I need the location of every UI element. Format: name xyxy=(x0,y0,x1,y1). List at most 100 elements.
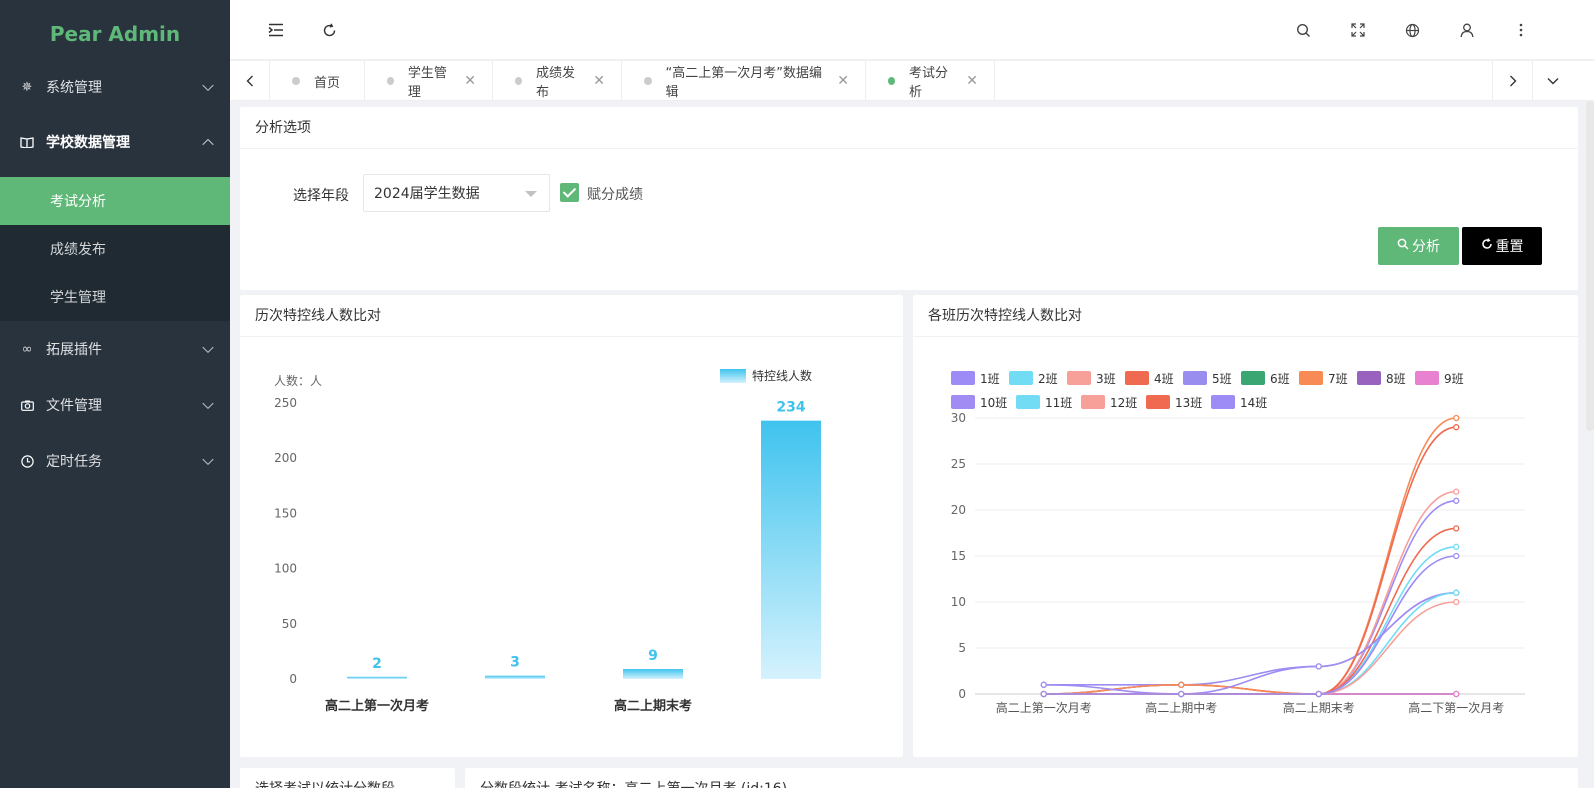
data-point xyxy=(1453,488,1460,495)
analyze-button[interactable]: 分析 xyxy=(1378,227,1459,265)
x-tick-label: 高二上期中考 xyxy=(1145,700,1217,715)
tab-label: 成绩发布 xyxy=(535,66,575,100)
menu-item-label: 系统管理 xyxy=(46,80,102,96)
tab-exam-analysis[interactable]: 考试分析 ✕ xyxy=(866,61,995,101)
menu-item-files[interactable]: 文件管理 xyxy=(0,377,230,433)
y-tick-label: 30 xyxy=(951,411,966,425)
card-title: 分析选项 xyxy=(240,107,1578,149)
legend-swatch xyxy=(1211,395,1235,409)
bar-value-label: 9 xyxy=(648,648,658,664)
x-tick-label: 高二下第一次月考 xyxy=(1408,700,1504,715)
y-tick-label: 150 xyxy=(274,506,297,520)
search-icon[interactable] xyxy=(1291,18,1315,42)
reset-button[interactable]: 重置 xyxy=(1462,227,1542,265)
tab-label: 学生管理 xyxy=(407,66,447,100)
tab-label: 考试分析 xyxy=(908,66,948,100)
refresh-icon xyxy=(1481,238,1493,254)
tab-home[interactable]: 首页 xyxy=(270,61,365,101)
close-icon[interactable]: ✕ xyxy=(966,73,978,89)
grade-label: 选择年段 xyxy=(293,188,349,204)
legend-label: 7班 xyxy=(1328,372,1348,386)
sidebar-item-student-manage[interactable]: 学生管理 xyxy=(0,273,230,321)
tab-scroll-left-button[interactable] xyxy=(230,61,270,101)
menu-item-label: 拓展插件 xyxy=(46,342,102,358)
score-range-card: 分数段统计 考试名称：高二上第一次月考 (id:16) xyxy=(465,768,1578,788)
close-icon[interactable]: ✕ xyxy=(593,73,605,89)
page-scrollbar[interactable] xyxy=(1586,101,1594,431)
tab-score-publish[interactable]: 成绩发布 ✕ xyxy=(493,61,622,101)
data-point xyxy=(1315,690,1322,698)
bar-value-label: 2 xyxy=(372,656,382,672)
chevron-down-icon xyxy=(202,79,214,92)
bar xyxy=(623,669,683,679)
sidebar-item-score-publish[interactable]: 成绩发布 xyxy=(0,225,230,273)
refresh-icon[interactable] xyxy=(317,18,341,42)
data-point xyxy=(1178,681,1185,688)
camera-icon xyxy=(20,398,34,412)
menu-item-label: 文件管理 xyxy=(46,398,102,414)
series-line xyxy=(1043,426,1457,695)
user-icon[interactable] xyxy=(1455,18,1479,42)
legend-swatch xyxy=(1299,371,1323,385)
tab-dropdown-button[interactable] xyxy=(1532,61,1572,101)
menu-item-school-data[interactable]: 学校数据管理 xyxy=(0,107,230,177)
reset-button-label: 重置 xyxy=(1495,239,1524,255)
legend-swatch xyxy=(1241,371,1265,385)
gear-icon: ✵ xyxy=(21,79,33,95)
bar-value-label: 234 xyxy=(776,400,805,416)
tab-bar: 首页 学生管理 ✕ 成绩发布 ✕ “高二上第一次月考”数据编辑 ✕ 考试分析 ✕ xyxy=(230,61,1594,101)
legend-swatch xyxy=(951,395,975,409)
legend-label: 4班 xyxy=(1154,372,1174,386)
legend-label: 14班 xyxy=(1240,396,1267,410)
globe-icon[interactable] xyxy=(1400,18,1424,42)
close-icon[interactable]: ✕ xyxy=(837,73,849,89)
grade-select[interactable]: 2024届学生数据 xyxy=(363,174,550,212)
menu-item-plugins[interactable]: ∞ 拓展插件 xyxy=(0,321,230,377)
chevron-down-icon xyxy=(202,453,214,466)
data-point xyxy=(1453,525,1460,532)
sidebar: Pear Admin ✵ 系统管理 学校数据管理 考试分析 成绩发布 学生管理 … xyxy=(0,0,230,788)
tab-dot xyxy=(387,77,394,85)
y-tick-label: 10 xyxy=(951,595,966,609)
legend-swatch xyxy=(1067,371,1091,385)
y-axis-label: 人数：人 xyxy=(274,373,322,388)
data-point xyxy=(1453,497,1460,504)
menu-fold-icon[interactable] xyxy=(264,18,288,42)
bar-value-label: 3 xyxy=(510,655,520,671)
app-logo[interactable]: Pear Admin xyxy=(0,0,230,67)
grade-select-value: 2024届学生数据 xyxy=(374,186,480,202)
y-tick-label: 250 xyxy=(274,396,297,410)
bar-chart-card: 历次特控线人数比对 人数：人 0 50 100 150 200 250 特控线人数 2 高二上第一… xyxy=(240,295,903,757)
scaled-score-checkbox[interactable] xyxy=(560,183,579,202)
tab-data-edit[interactable]: “高二上第一次月考”数据编辑 ✕ xyxy=(622,61,866,101)
legend-label: 9班 xyxy=(1444,372,1464,386)
legend-swatch xyxy=(1357,371,1381,385)
y-tick-label: 25 xyxy=(951,457,966,471)
close-icon[interactable]: ✕ xyxy=(464,73,476,89)
menu-item-system[interactable]: ✵ 系统管理 xyxy=(0,67,230,107)
legend-label: 3班 xyxy=(1096,372,1116,386)
x-tick-label: 高二上第一次月考 xyxy=(996,700,1092,715)
chevron-up-icon xyxy=(202,138,214,151)
link-icon: ∞ xyxy=(21,341,33,357)
search-icon xyxy=(1397,238,1409,254)
data-point xyxy=(1178,690,1185,698)
y-tick-label: 50 xyxy=(282,617,297,631)
legend-label: 13班 xyxy=(1175,396,1202,410)
data-point xyxy=(1453,598,1460,606)
sidebar-item-exam-analysis[interactable]: 考试分析 xyxy=(0,177,230,225)
line-chart: 0 5 10 15 20 25 30 高二上第一次月考 高二上期中考 高二上期末考 高二下第一次月考… xyxy=(951,371,1525,715)
series-line xyxy=(1043,490,1457,695)
x-tick-label: 高二上第一次月考 xyxy=(325,698,429,714)
tab-scroll-right-button[interactable] xyxy=(1492,61,1532,101)
menu-item-scheduled-tasks[interactable]: 定时任务 xyxy=(0,433,230,489)
data-point xyxy=(1453,424,1460,431)
bar xyxy=(485,675,545,679)
fullscreen-icon[interactable] xyxy=(1346,18,1370,42)
exam-select-card: 选择考试以统计分数段 xyxy=(240,768,455,788)
tab-student-manage[interactable]: 学生管理 ✕ xyxy=(365,61,493,101)
tab-dot xyxy=(888,77,895,85)
more-icon[interactable] xyxy=(1509,18,1533,42)
y-tick-label: 0 xyxy=(958,687,966,701)
data-point xyxy=(1040,690,1047,698)
